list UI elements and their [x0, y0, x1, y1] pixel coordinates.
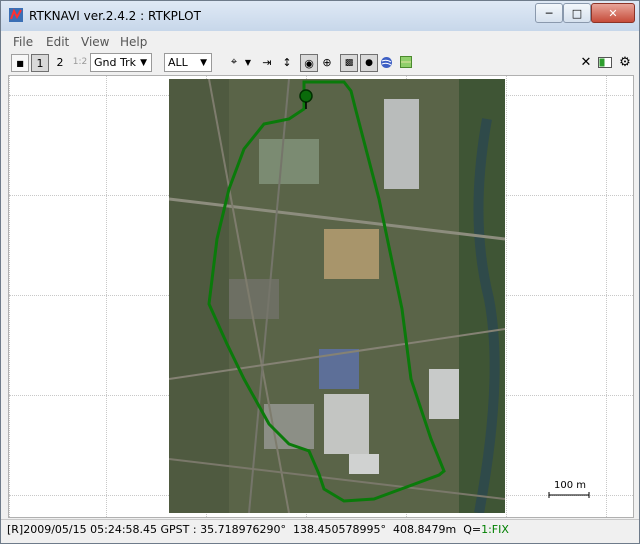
chevron-down-icon: ▼ — [140, 58, 147, 68]
fit-vertical-button[interactable]: ↕ — [280, 54, 294, 70]
google-map-button[interactable] — [399, 54, 413, 70]
scale-label: 100 m — [554, 480, 587, 491]
fit-vertical-icon: ↕ — [282, 55, 292, 69]
close-icon: ✕ — [608, 6, 618, 20]
show-point-button[interactable]: ⊕ — [320, 54, 334, 70]
grid-line — [106, 76, 107, 517]
google-earth-button[interactable] — [379, 54, 393, 70]
plot-area[interactable]: 100 m — [8, 75, 634, 518]
minimize-icon: ─ — [545, 6, 553, 20]
close-icon: ✕ — [580, 54, 592, 70]
caret-down-icon: ▼ — [244, 57, 252, 67]
show-map-button[interactable]: ● — [360, 54, 378, 72]
grid-line — [606, 76, 607, 517]
connect-button[interactable]: ■ — [11, 54, 29, 72]
rtknavi-app-icon — [9, 8, 23, 22]
rover-2-button[interactable]: 2 — [53, 54, 67, 70]
show-image-button[interactable]: ▩ — [340, 54, 358, 72]
maximize-button[interactable]: □ — [563, 3, 591, 23]
maximize-icon: □ — [571, 6, 583, 20]
satellite-select[interactable]: ALL ▼ — [164, 53, 212, 72]
menu-view[interactable]: View — [81, 35, 109, 49]
toolbar: ■ 1 2 1:2 Gnd Trk ▼ ALL ▼ ⌖ ▼ ⇥ ↕ ◉ ⊕ ▩ … — [1, 52, 639, 74]
center-origin-button[interactable]: ⌖ — [227, 54, 241, 70]
dot-icon: ● — [365, 58, 373, 68]
map-icon — [400, 56, 412, 68]
menu-file[interactable]: File — [13, 35, 33, 49]
origin-dropdown[interactable]: ▼ — [243, 54, 253, 70]
close-window-button[interactable]: ✕ — [591, 3, 635, 23]
settings-button[interactable]: ⚙ — [618, 54, 632, 70]
window-title: RTKNAVI ver.2.4.2 : RTKPLOT — [29, 9, 201, 23]
fit-horizontal-icon: ⇥ — [262, 55, 272, 69]
menu-edit[interactable]: Edit — [46, 35, 69, 49]
fit-horizontal-button[interactable]: ⇥ — [259, 54, 275, 70]
point-icon: ⊕ — [322, 55, 332, 69]
satellite-image — [169, 79, 505, 513]
title-bar: RTKNAVI ver.2.4.2 : RTKPLOT ─ □ ✕ — [1, 1, 639, 31]
status-bar: [R]2009/05/15 05:24:58.45 GPST : 35.7189… — [1, 519, 639, 540]
chevron-down-icon: ▼ — [200, 58, 207, 68]
show-monitor-button[interactable] — [597, 54, 613, 70]
crosshair-icon: ⌖ — [230, 55, 238, 68]
rover-1-button[interactable]: 1 — [31, 54, 49, 72]
grid-line — [9, 76, 10, 517]
globe-icon — [380, 56, 392, 68]
minimize-button[interactable]: ─ — [535, 3, 563, 23]
menu-bar: File Edit View Help — [1, 32, 639, 52]
status-text: [R]2009/05/15 05:24:58.45 GPST : 35.7189… — [7, 523, 509, 536]
grid-line — [506, 76, 507, 517]
clear-button[interactable]: ✕ — [579, 54, 593, 70]
menu-help[interactable]: Help — [120, 35, 147, 49]
image-icon: ▩ — [344, 58, 354, 68]
gear-icon: ⚙ — [619, 54, 631, 70]
plot-type-select[interactable]: Gnd Trk ▼ — [90, 53, 152, 72]
show-track-button[interactable]: ◉ — [300, 54, 318, 72]
status-position: [R]2009/05/15 05:24:58.45 GPST : 35.7189… — [7, 523, 482, 536]
app-window: RTKNAVI ver.2.4.2 : RTKPLOT ─ □ ✕ File E… — [0, 0, 640, 544]
status-quality: 1:FIX — [481, 523, 509, 536]
target-icon: ◉ — [304, 56, 314, 70]
panel-icon — [598, 56, 612, 68]
square-icon: ■ — [16, 58, 24, 68]
rover-1-2-button[interactable]: 1:2 — [71, 54, 89, 70]
